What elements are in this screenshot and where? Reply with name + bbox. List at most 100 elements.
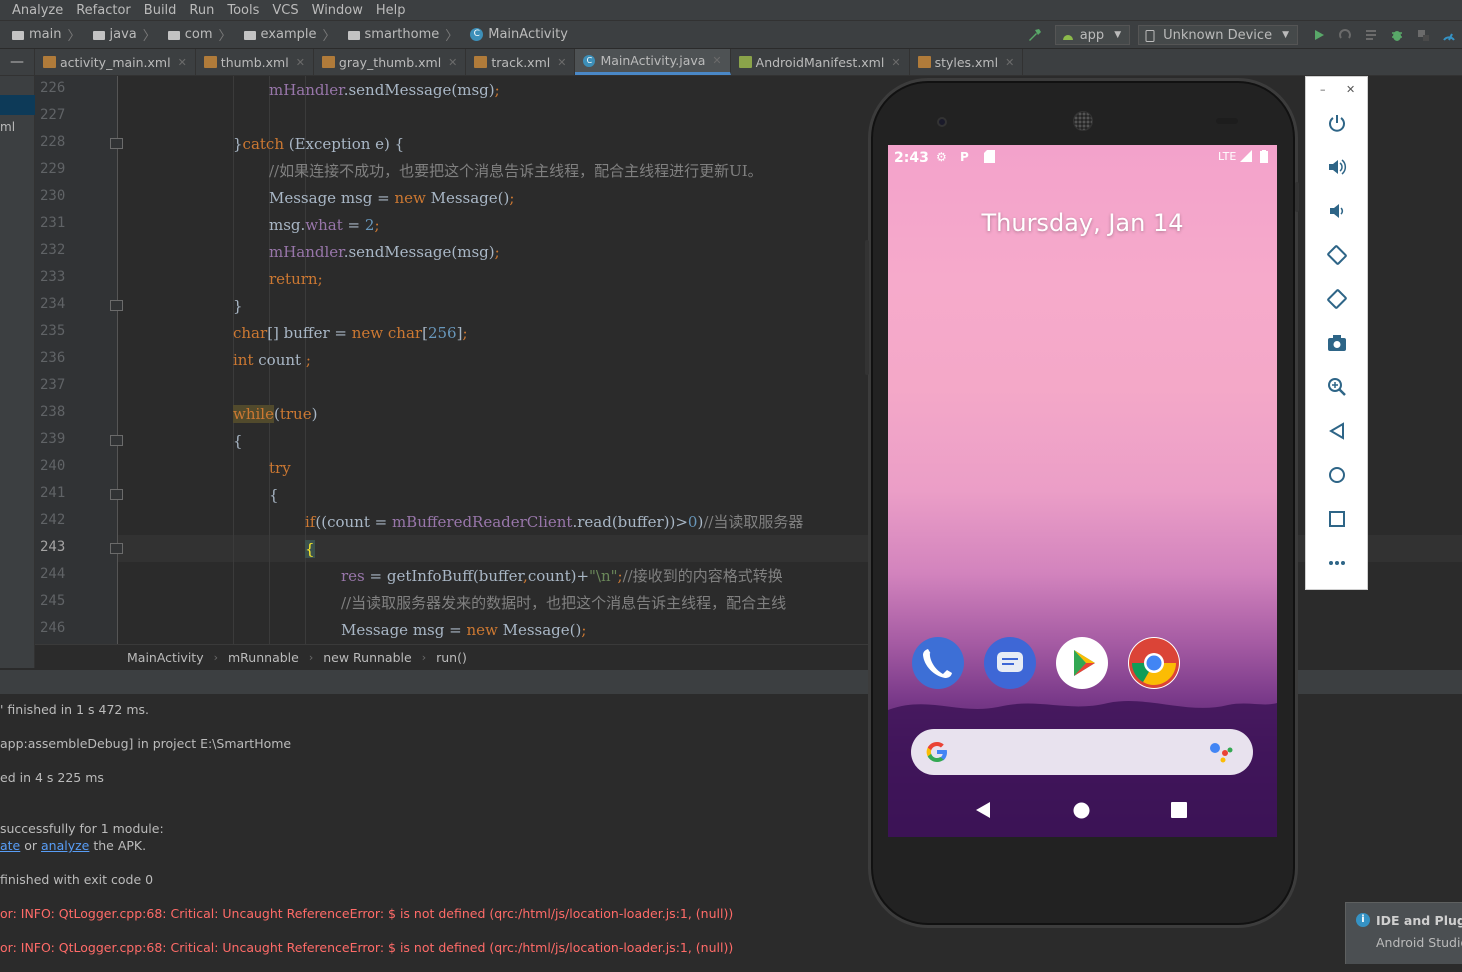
tab-track-xml[interactable]: track.xml ✕	[466, 49, 576, 75]
fold-marker-icon[interactable]	[110, 138, 123, 149]
line-number: 231	[40, 215, 66, 231]
nav-crumb-main[interactable]: main 〉	[2, 25, 81, 44]
assistant-icon[interactable]	[1209, 741, 1235, 763]
menu-help[interactable]: Help	[376, 3, 406, 18]
tab-mainactivity-java[interactable]: C MainActivity.java ✕	[575, 49, 731, 75]
menu-bar: Analyze Refactor Build Run Tools VCS Win…	[0, 0, 1462, 20]
menu-refactor[interactable]: Refactor	[76, 3, 131, 18]
chevron-right-icon: 〉	[322, 29, 336, 44]
apply-code-changes-icon[interactable]	[1363, 27, 1379, 43]
manifest-file-icon	[738, 56, 752, 68]
hide-panel-icon[interactable]: —	[0, 49, 35, 75]
tab-activity-main-xml[interactable]: activity_main.xml ✕	[35, 49, 196, 75]
code-editor[interactable]: mHandler.sendMessage(msg); }catch (Excep…	[127, 76, 872, 644]
chrome-icon[interactable]	[1128, 637, 1180, 689]
profiler-icon[interactable]	[1441, 27, 1457, 43]
close-icon[interactable]: ✕	[712, 54, 721, 67]
home-icon[interactable]	[1073, 802, 1090, 819]
messages-icon[interactable]	[984, 637, 1036, 689]
project-panel-collapsed	[0, 76, 35, 668]
overview-icon[interactable]	[1306, 504, 1367, 534]
nav-crumb-com[interactable]: com 〉	[158, 25, 232, 44]
emulator-toolbar: – ✕	[1305, 76, 1368, 590]
menu-tools[interactable]: Tools	[227, 3, 259, 18]
close-icon[interactable]: ✕	[178, 56, 187, 69]
fold-marker-icon[interactable]	[110, 300, 123, 311]
apply-changes-icon[interactable]	[1337, 27, 1353, 43]
line-number: 245	[40, 593, 66, 609]
close-icon[interactable]: ✕	[448, 56, 457, 69]
line-number: 229	[40, 161, 66, 177]
console-line: ' finished in 1 s 472 ms.	[0, 702, 149, 717]
back-icon[interactable]	[974, 801, 992, 819]
nav-crumb-java[interactable]: java 〉	[83, 25, 156, 44]
line-number: 228	[40, 134, 66, 150]
menu-window[interactable]: Window	[312, 3, 363, 18]
chevron-right-icon: ›	[308, 651, 314, 664]
console-line: ed in 4 s 225 ms	[0, 770, 104, 785]
line-number: 246	[40, 620, 66, 636]
attach-debugger-icon[interactable]	[1415, 27, 1431, 43]
more-icon[interactable]	[1306, 548, 1367, 578]
menu-vcs[interactable]: VCS	[272, 3, 298, 18]
folder-icon	[12, 31, 24, 40]
zoom-icon[interactable]	[1306, 372, 1367, 402]
rotate-left-icon[interactable]	[1306, 240, 1367, 270]
android-icon	[1062, 30, 1074, 40]
rotate-right-icon[interactable]	[1306, 284, 1367, 314]
menu-analyze[interactable]: Analyze	[12, 3, 63, 18]
volume-up-icon[interactable]	[1306, 152, 1367, 182]
home-icon[interactable]	[1306, 460, 1367, 490]
overview-icon[interactable]	[1171, 802, 1187, 818]
build-hammer-icon[interactable]	[1027, 27, 1043, 43]
google-search-bar[interactable]	[911, 729, 1253, 775]
nav-crumb-smarthome[interactable]: smarthome 〉	[338, 25, 459, 44]
analyze-link[interactable]: analyze	[41, 838, 89, 853]
notification-balloon[interactable]: i IDE and Plugi Android Studio	[1345, 902, 1462, 964]
fold-marker-icon[interactable]	[110, 489, 123, 500]
run-config-dropdown[interactable]: app ▼	[1054, 25, 1131, 45]
close-icon[interactable]: ✕	[1005, 56, 1014, 69]
line-number: 241	[40, 485, 66, 501]
run-icon[interactable]	[1311, 27, 1327, 43]
back-icon[interactable]	[1306, 416, 1367, 446]
emulator-screen[interactable]: 2:43 ⚙ P LTE Thursday, Jan 14	[888, 145, 1277, 837]
fold-marker-icon[interactable]	[110, 435, 123, 446]
device-dropdown[interactable]: Unknown Device ▼	[1138, 25, 1298, 45]
menu-run[interactable]: Run	[189, 3, 214, 18]
power-icon[interactable]	[1306, 108, 1367, 138]
camera-icon[interactable]	[1306, 328, 1367, 358]
breadcrumb-class[interactable]: MainActivity	[127, 650, 204, 665]
editor-tab-bar: — activity_main.xml ✕ thumb.xml ✕ gray_thu…	[0, 49, 1462, 76]
folder-icon	[243, 31, 256, 40]
breadcrumb-field[interactable]: mRunnable	[228, 650, 299, 665]
project-selected-row[interactable]	[0, 95, 35, 115]
chevron-right-icon: 〉	[445, 29, 459, 44]
tab-android-manifest-xml[interactable]: AndroidManifest.xml ✕	[731, 49, 910, 75]
tab-thumb-xml[interactable]: thumb.xml ✕	[196, 49, 314, 75]
tab-gray-thumb-xml[interactable]: gray_thumb.xml ✕	[314, 49, 467, 75]
volume-down-icon[interactable]	[1306, 196, 1367, 226]
code-line-240: try	[269, 459, 291, 477]
tab-styles-xml[interactable]: styles.xml ✕	[910, 49, 1024, 75]
breadcrumb-method[interactable]: run()	[436, 650, 467, 665]
line-number: 238	[40, 404, 66, 420]
notification-title: IDE and Plugi	[1376, 913, 1462, 928]
close-icon[interactable]: ✕	[891, 56, 900, 69]
menu-build[interactable]: Build	[144, 3, 177, 18]
code-line-231: msg.what = 2;	[269, 216, 380, 234]
line-number: 232	[40, 242, 66, 258]
minimize-icon[interactable]: –	[1320, 83, 1326, 96]
phone-icon[interactable]	[912, 637, 964, 689]
breadcrumb-anon[interactable]: new Runnable	[323, 650, 411, 665]
close-icon[interactable]: ✕	[1346, 83, 1355, 96]
fold-marker-icon[interactable]	[110, 543, 123, 554]
locate-link[interactable]: ate	[0, 838, 20, 853]
play-store-icon[interactable]	[1056, 637, 1108, 689]
nav-crumb-mainactivity[interactable]: C MainActivity	[460, 27, 568, 42]
line-number: 227	[40, 107, 66, 123]
close-icon[interactable]: ✕	[296, 56, 305, 69]
debug-icon[interactable]	[1389, 27, 1405, 43]
close-icon[interactable]: ✕	[557, 56, 566, 69]
nav-crumb-example[interactable]: example 〉	[234, 25, 336, 44]
